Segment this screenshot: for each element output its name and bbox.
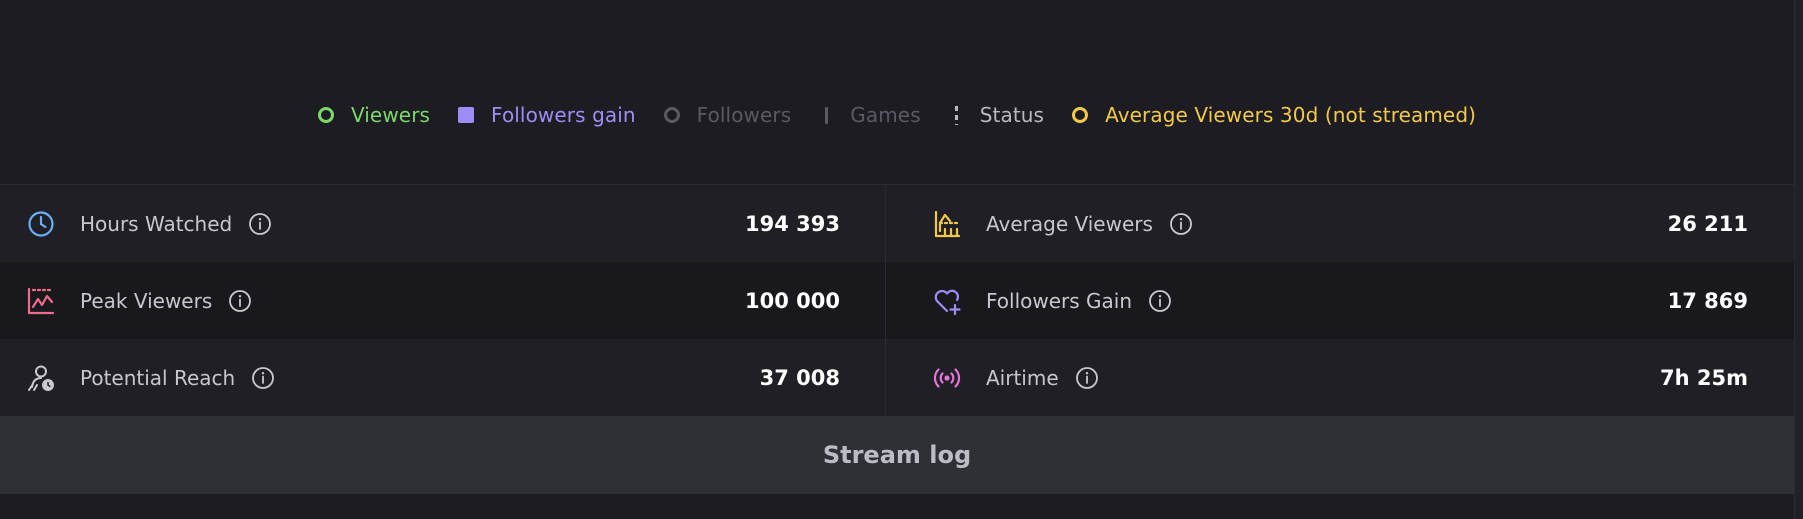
legend-label: Status bbox=[979, 103, 1045, 127]
audience-chart-icon bbox=[934, 210, 961, 237]
stat-label: Potential Reach bbox=[80, 365, 236, 390]
legend-item-average-viewers-30d[interactable]: Average Viewers 30d (not streamed) bbox=[1072, 103, 1476, 127]
stat-label: Hours Watched bbox=[80, 211, 233, 236]
stat-value: 26 211 bbox=[1667, 211, 1748, 236]
legend-item-followers-gain[interactable]: Followers gain bbox=[458, 103, 636, 127]
clock-icon bbox=[28, 210, 54, 237]
stat-label: Average Viewers bbox=[986, 211, 1153, 236]
stat-label: Peak Viewers bbox=[80, 288, 213, 313]
dashed-line-icon bbox=[954, 105, 958, 125]
stream-stats-panel: Viewers Followers gain Followers Games S… bbox=[0, 0, 1803, 519]
stats-grid: Hours Watched 194 393 Average Viewers 26… bbox=[0, 184, 1794, 416]
info-icon[interactable] bbox=[228, 289, 252, 313]
stat-value: 100 000 bbox=[745, 288, 840, 313]
info-icon[interactable] bbox=[1148, 289, 1172, 313]
square-icon bbox=[458, 107, 475, 123]
stat-value: 37 008 bbox=[759, 365, 840, 390]
legend-label: Games bbox=[850, 103, 921, 127]
info-icon[interactable] bbox=[1169, 212, 1193, 236]
stat-potential-reach: Potential Reach 37 008 bbox=[0, 339, 886, 416]
heart-plus-icon bbox=[934, 289, 961, 315]
stat-followers-gain: Followers Gain 17 869 bbox=[886, 262, 1794, 339]
ring-icon bbox=[317, 107, 334, 123]
ring-icon bbox=[1072, 107, 1089, 123]
stat-airtime: Airtime 7h 25m bbox=[886, 339, 1794, 416]
stat-value: 17 869 bbox=[1667, 288, 1748, 313]
stat-label: Airtime bbox=[986, 365, 1059, 390]
legend-item-games[interactable]: Games bbox=[819, 103, 921, 127]
stat-peak-viewers: Peak Viewers 100 000 bbox=[0, 262, 886, 339]
info-icon[interactable] bbox=[251, 366, 275, 390]
legend-label: Followers gain bbox=[491, 103, 636, 127]
stat-hours-watched: Hours Watched 194 393 bbox=[0, 185, 886, 262]
peak-chart-icon bbox=[27, 287, 55, 314]
legend-item-followers[interactable]: Followers bbox=[663, 103, 792, 127]
stream-log-label: Stream log bbox=[822, 441, 972, 469]
broadcast-icon bbox=[933, 367, 961, 388]
bar-icon bbox=[825, 106, 829, 124]
info-icon[interactable] bbox=[1075, 366, 1099, 390]
legend-label: Followers bbox=[696, 103, 792, 127]
stat-average-viewers: Average Viewers 26 211 bbox=[886, 185, 1794, 262]
legend-item-viewers[interactable]: Viewers bbox=[317, 103, 431, 127]
info-icon[interactable] bbox=[248, 212, 272, 236]
stream-log-button[interactable]: Stream log bbox=[0, 416, 1794, 494]
ring-icon bbox=[663, 107, 680, 123]
reach-user-icon bbox=[28, 365, 54, 391]
legend-item-status[interactable]: Status bbox=[949, 103, 1044, 127]
bottom-spacer bbox=[0, 494, 1794, 519]
chart-legend: Viewers Followers gain Followers Games S… bbox=[0, 96, 1794, 134]
stat-label: Followers Gain bbox=[986, 288, 1133, 313]
legend-label: Viewers bbox=[350, 103, 431, 127]
stat-value: 194 393 bbox=[745, 211, 840, 236]
legend-label: Average Viewers 30d (not streamed) bbox=[1105, 103, 1477, 127]
scrollbar-gutter bbox=[1794, 0, 1803, 519]
stat-value: 7h 25m bbox=[1660, 365, 1748, 390]
